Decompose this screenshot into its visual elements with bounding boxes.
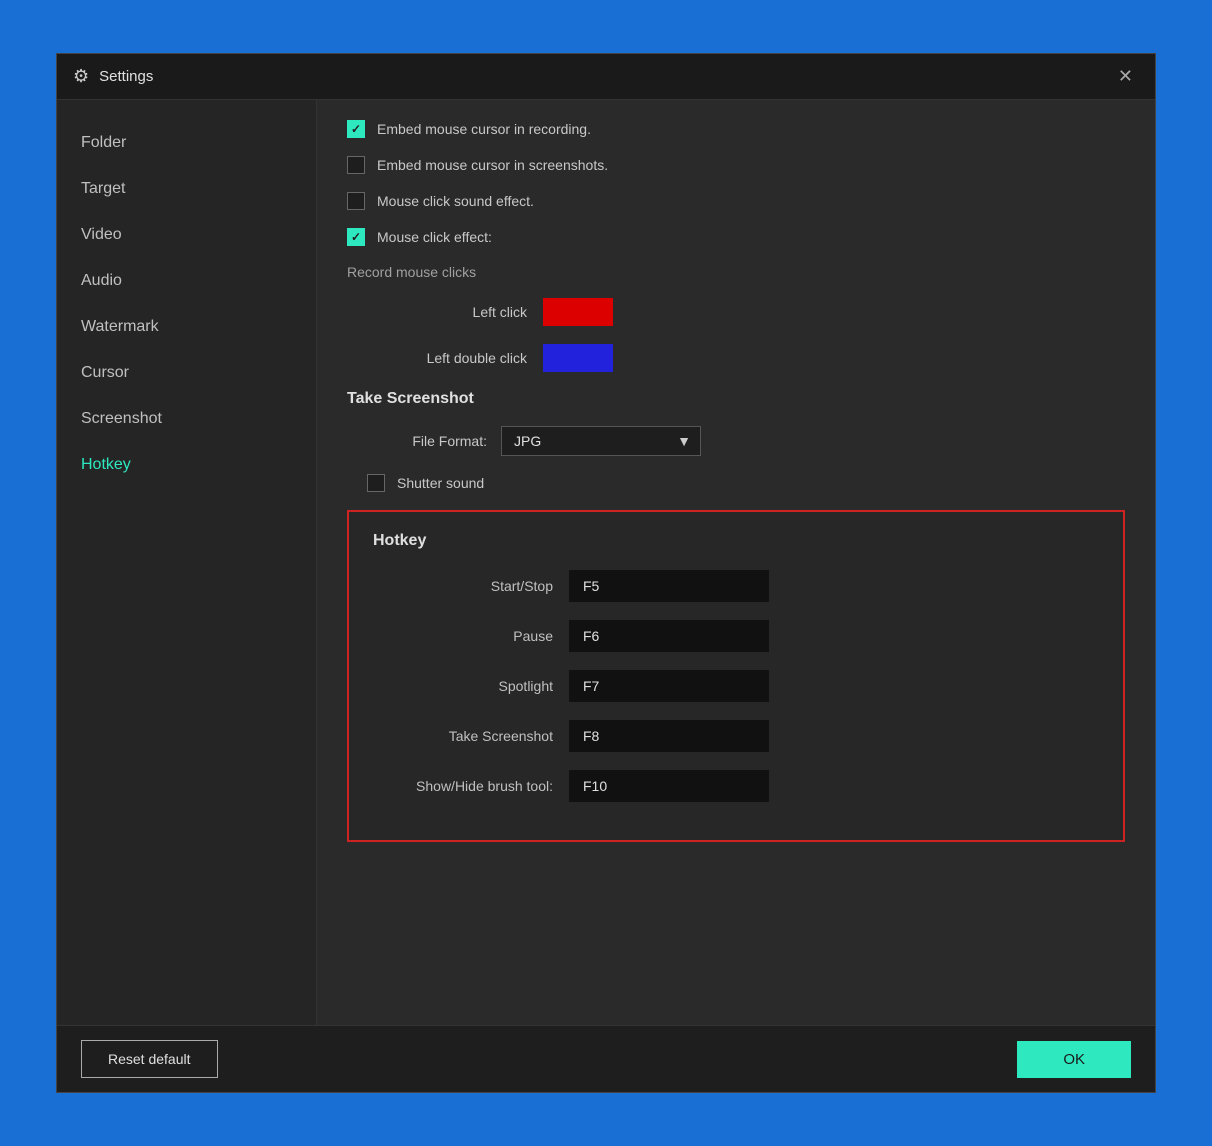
left-click-color-swatch[interactable] <box>543 298 613 326</box>
checkbox-row-click-effect: ✓ Mouse click effect: <box>347 228 1125 246</box>
hotkey-row-take-screenshot: Take Screenshot <box>373 720 1099 752</box>
bottom-bar: Reset default OK <box>57 1025 1155 1092</box>
left-double-click-label: Left double click <box>367 350 527 366</box>
file-format-row: File Format: JPG PNG BMP ▼ <box>347 426 1125 456</box>
hotkey-label-start-stop: Start/Stop <box>373 578 553 594</box>
reset-default-button[interactable]: Reset default <box>81 1040 218 1078</box>
shutter-sound-label: Shutter sound <box>397 475 484 491</box>
hotkey-input-spotlight[interactable] <box>569 670 769 702</box>
hotkey-input-pause[interactable] <box>569 620 769 652</box>
checkbox-row-embed-screenshots: Embed mouse cursor in screenshots. <box>347 156 1125 174</box>
window-title: Settings <box>99 68 1112 85</box>
file-format-select[interactable]: JPG PNG BMP <box>501 426 701 456</box>
sidebar-item-watermark[interactable]: Watermark <box>57 304 316 350</box>
take-screenshot-heading: Take Screenshot <box>347 390 1125 408</box>
sidebar-item-video[interactable]: Video <box>57 212 316 258</box>
checkbox-label-click-sound: Mouse click sound effect. <box>377 193 534 209</box>
settings-window: ⚙ Settings ✕ Folder Target Video Audio W… <box>56 53 1156 1093</box>
sidebar-item-target[interactable]: Target <box>57 166 316 212</box>
checkbox-embed-screenshots[interactable] <box>347 156 365 174</box>
sidebar-item-cursor[interactable]: Cursor <box>57 350 316 396</box>
hotkey-input-take-screenshot[interactable] <box>569 720 769 752</box>
checkbox-embed-recording[interactable]: ✓ <box>347 120 365 138</box>
sidebar-item-screenshot[interactable]: Screenshot <box>57 396 316 442</box>
checkmark-icon: ✓ <box>351 122 361 136</box>
hotkey-label-pause: Pause <box>373 628 553 644</box>
content-panel: ✓ Embed mouse cursor in recording. Embed… <box>317 100 1155 1025</box>
checkbox-click-effect[interactable]: ✓ <box>347 228 365 246</box>
checkbox-label-click-effect: Mouse click effect: <box>377 229 492 245</box>
settings-icon: ⚙ <box>73 66 89 87</box>
checkbox-shutter-sound[interactable] <box>367 474 385 492</box>
hotkey-label-spotlight: Spotlight <box>373 678 553 694</box>
file-format-label: File Format: <box>367 433 487 449</box>
checkbox-label-embed-screenshots: Embed mouse cursor in screenshots. <box>377 157 608 173</box>
hotkey-row-start-stop: Start/Stop <box>373 570 1099 602</box>
hotkey-input-start-stop[interactable] <box>569 570 769 602</box>
main-content: Folder Target Video Audio Watermark Curs… <box>57 100 1155 1025</box>
hotkey-row-pause: Pause <box>373 620 1099 652</box>
record-mouse-clicks-label: Record mouse clicks <box>347 264 1125 280</box>
file-format-select-wrapper: JPG PNG BMP ▼ <box>501 426 701 456</box>
hotkey-label-brush-tool: Show/Hide brush tool: <box>373 778 553 794</box>
title-bar: ⚙ Settings ✕ <box>57 54 1155 100</box>
hotkey-input-brush-tool[interactable] <box>569 770 769 802</box>
hotkey-section: Hotkey Start/Stop Pause Spotlight <box>347 510 1125 842</box>
left-double-click-row: Left double click <box>347 344 1125 372</box>
shutter-sound-row: Shutter sound <box>347 474 1125 492</box>
hotkey-label-take-screenshot: Take Screenshot <box>373 728 553 744</box>
hotkey-row-spotlight: Spotlight <box>373 670 1099 702</box>
hotkey-title: Hotkey <box>373 532 1099 550</box>
checkbox-row-embed-recording: ✓ Embed mouse cursor in recording. <box>347 120 1125 138</box>
checkbox-row-click-sound: Mouse click sound effect. <box>347 192 1125 210</box>
hotkey-row-brush-tool: Show/Hide brush tool: <box>373 770 1099 802</box>
checkmark-icon-2: ✓ <box>351 230 361 244</box>
sidebar-item-hotkey[interactable]: Hotkey <box>57 442 316 488</box>
close-button[interactable]: ✕ <box>1112 64 1139 89</box>
checkbox-click-sound[interactable] <box>347 192 365 210</box>
sidebar: Folder Target Video Audio Watermark Curs… <box>57 100 317 1025</box>
ok-button[interactable]: OK <box>1017 1041 1131 1078</box>
checkbox-label-embed-recording: Embed mouse cursor in recording. <box>377 121 591 137</box>
left-click-row: Left click <box>347 298 1125 326</box>
sidebar-item-folder[interactable]: Folder <box>57 120 316 166</box>
sidebar-item-audio[interactable]: Audio <box>57 258 316 304</box>
left-click-label: Left click <box>367 304 527 320</box>
left-double-click-color-swatch[interactable] <box>543 344 613 372</box>
